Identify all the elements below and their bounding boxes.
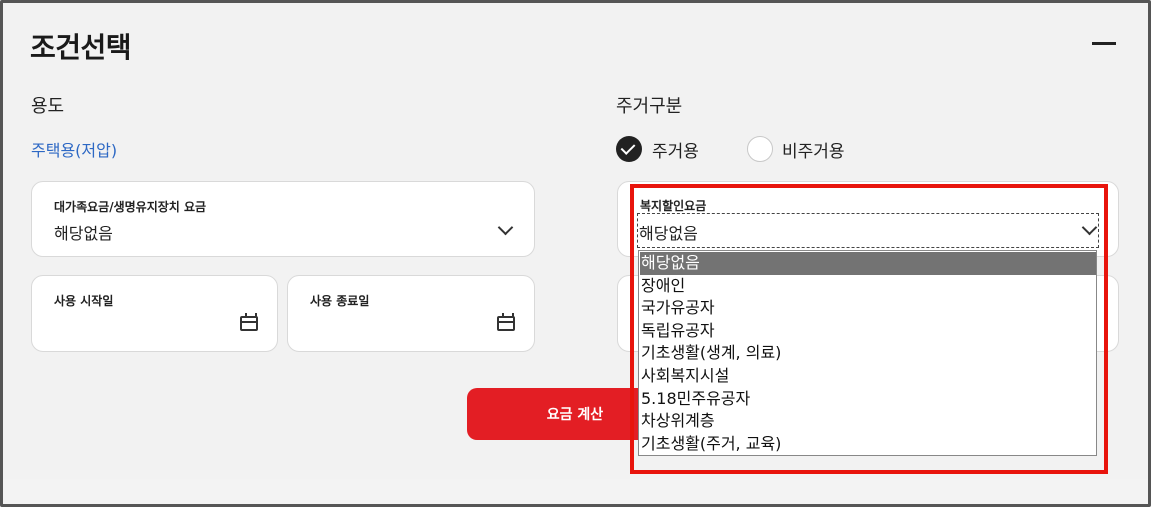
window-frame	[0, 0, 1151, 507]
